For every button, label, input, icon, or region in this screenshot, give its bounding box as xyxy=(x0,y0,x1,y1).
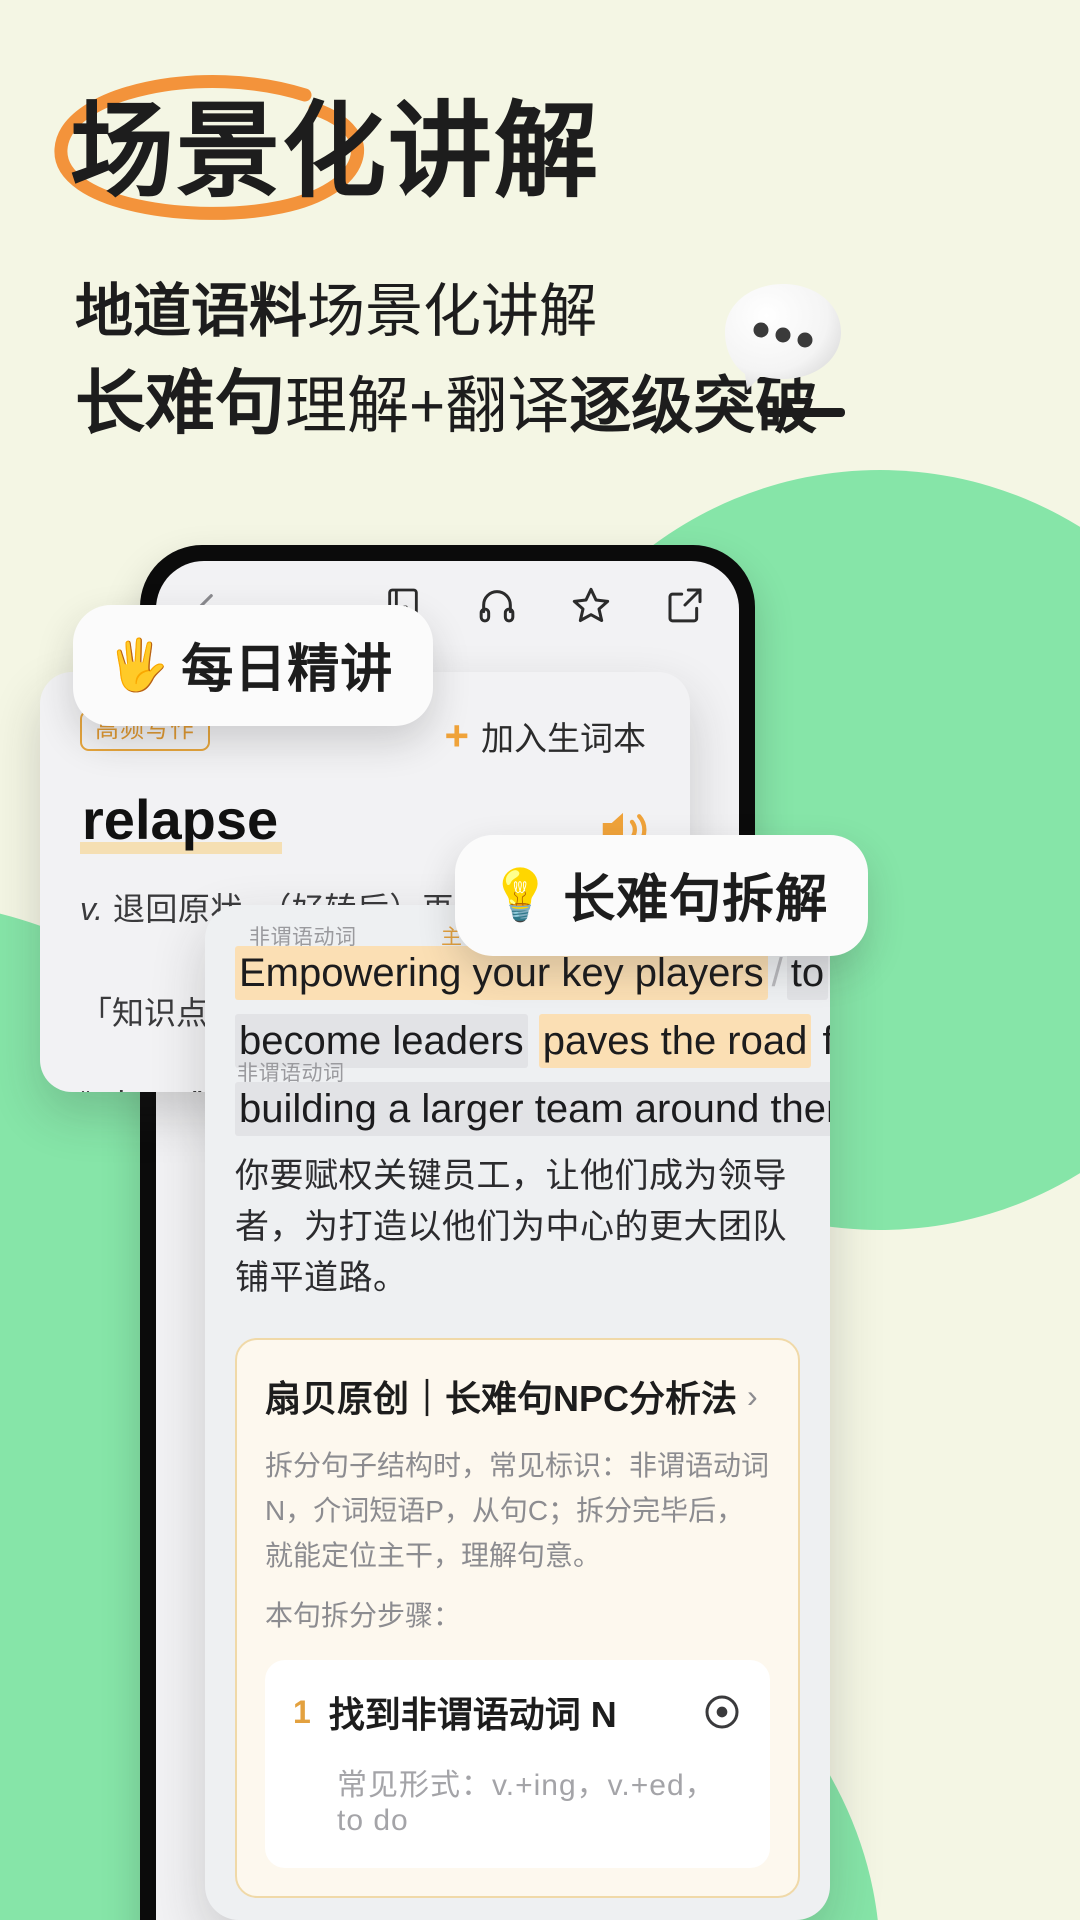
npc-description: 拆分句子结构时，常见标识：非谓语动词N，介词短语P，从句C；拆分完毕后，就能定位… xyxy=(265,1450,770,1571)
pill-sentence-parse[interactable]: 💡 长难句拆解 xyxy=(455,835,869,956)
underline-decoration xyxy=(760,408,845,417)
subtitle-2-big: 长难句 xyxy=(75,364,285,442)
speech-bubble-emoji xyxy=(723,278,843,393)
segment-3-1: building a larger team around them. xyxy=(235,1082,830,1136)
segment-1-2: / xyxy=(771,951,783,995)
light-bulb-emoji: 💡 xyxy=(489,866,552,923)
subtitle-line-2: 长难句理解+翻译逐级突破 xyxy=(75,368,817,438)
pill-parse-label: 长难句拆解 xyxy=(563,871,829,929)
target-icon[interactable] xyxy=(702,1692,742,1732)
npc-step-row: 1 找到非谓语动词 N xyxy=(293,1686,742,1738)
star-icon[interactable] xyxy=(571,585,611,630)
add-to-notebook-label: 加入生词本 xyxy=(481,720,646,757)
label-nonfinite-2: 非谓语动词 xyxy=(237,1062,345,1085)
sentence-line-3: 非谓语动词 building a larger team around them… xyxy=(235,1063,830,1136)
segment-2-1: become leaders xyxy=(235,1014,528,1068)
subtitle-1-light: 场景化讲解 xyxy=(307,279,598,344)
sentence-line-1: 非谓语动词 主干 Empowering your key players/to xyxy=(235,927,829,1000)
npc-step-number: 1 xyxy=(293,1693,311,1730)
plus-icon: + xyxy=(444,712,469,760)
segment-2-3: for xyxy=(822,1019,831,1063)
pill-daily-label: 每日精讲 xyxy=(181,641,394,699)
npc-title-text: 扇贝原创｜长难句NPC分析法 xyxy=(265,1378,738,1419)
npc-title-row[interactable]: 扇贝原创｜长难句NPC分析法 › xyxy=(265,1370,770,1422)
page-title: 场景化讲解 xyxy=(70,94,601,210)
npc-step-title: 找到非谓语动词 N xyxy=(328,1694,617,1736)
add-to-notebook-button[interactable]: + 加入生词本 xyxy=(444,712,646,760)
subtitle-line-1: 地道语料场景化讲解 xyxy=(75,283,597,341)
raised-hand-emoji: 🖐 xyxy=(107,636,170,693)
poster-stage: 场景化讲解 地道语料场景化讲解 长难句理解+翻译逐级突破 高频写作 + 加入生词… xyxy=(0,0,1080,1920)
pill-daily-lesson[interactable]: 🖐 每日精讲 xyxy=(73,605,434,726)
segment-2-2: paves the road xyxy=(538,1014,812,1068)
subtitle-2-light: 理解+翻译 xyxy=(285,372,570,441)
word-pos: v. xyxy=(80,890,104,927)
headline-group: 场景化讲解 xyxy=(54,75,601,220)
headphones-icon[interactable] xyxy=(477,585,517,630)
nav-icon-group: a xyxy=(383,585,705,630)
sentence-line-2: become leaders paves the road for/ xyxy=(235,1014,830,1068)
word-term: relapse xyxy=(80,790,283,854)
npc-step-subtitle: 常见形式：v.+ing，v.+ed，to do xyxy=(337,1769,716,1838)
sentence-parse-card: 非谓语动词 主干 Empowering your key players/to … xyxy=(205,905,830,1920)
npc-analysis-box: 扇贝原创｜长难句NPC分析法 › 拆分句子结构时，常见标识：非谓语动词N，介词短… xyxy=(235,1338,800,1899)
chevron-right-icon: › xyxy=(747,1377,758,1414)
npc-step-card[interactable]: 1 找到非谓语动词 N 常见形式：v.+ing，v.+ed，to do xyxy=(265,1660,770,1869)
share-icon[interactable] xyxy=(665,585,705,630)
label-nonfinite-1: 非谓语动词 xyxy=(249,926,357,949)
subtitle-1-bold: 地道语料 xyxy=(75,279,308,344)
npc-steps-label: 本句拆分步骤： xyxy=(265,1600,462,1632)
sentence-translation: 你要赋权关键员工，让他们成为领导者，为打造以他们为中心的更大团队铺平道路。 xyxy=(235,1157,787,1297)
